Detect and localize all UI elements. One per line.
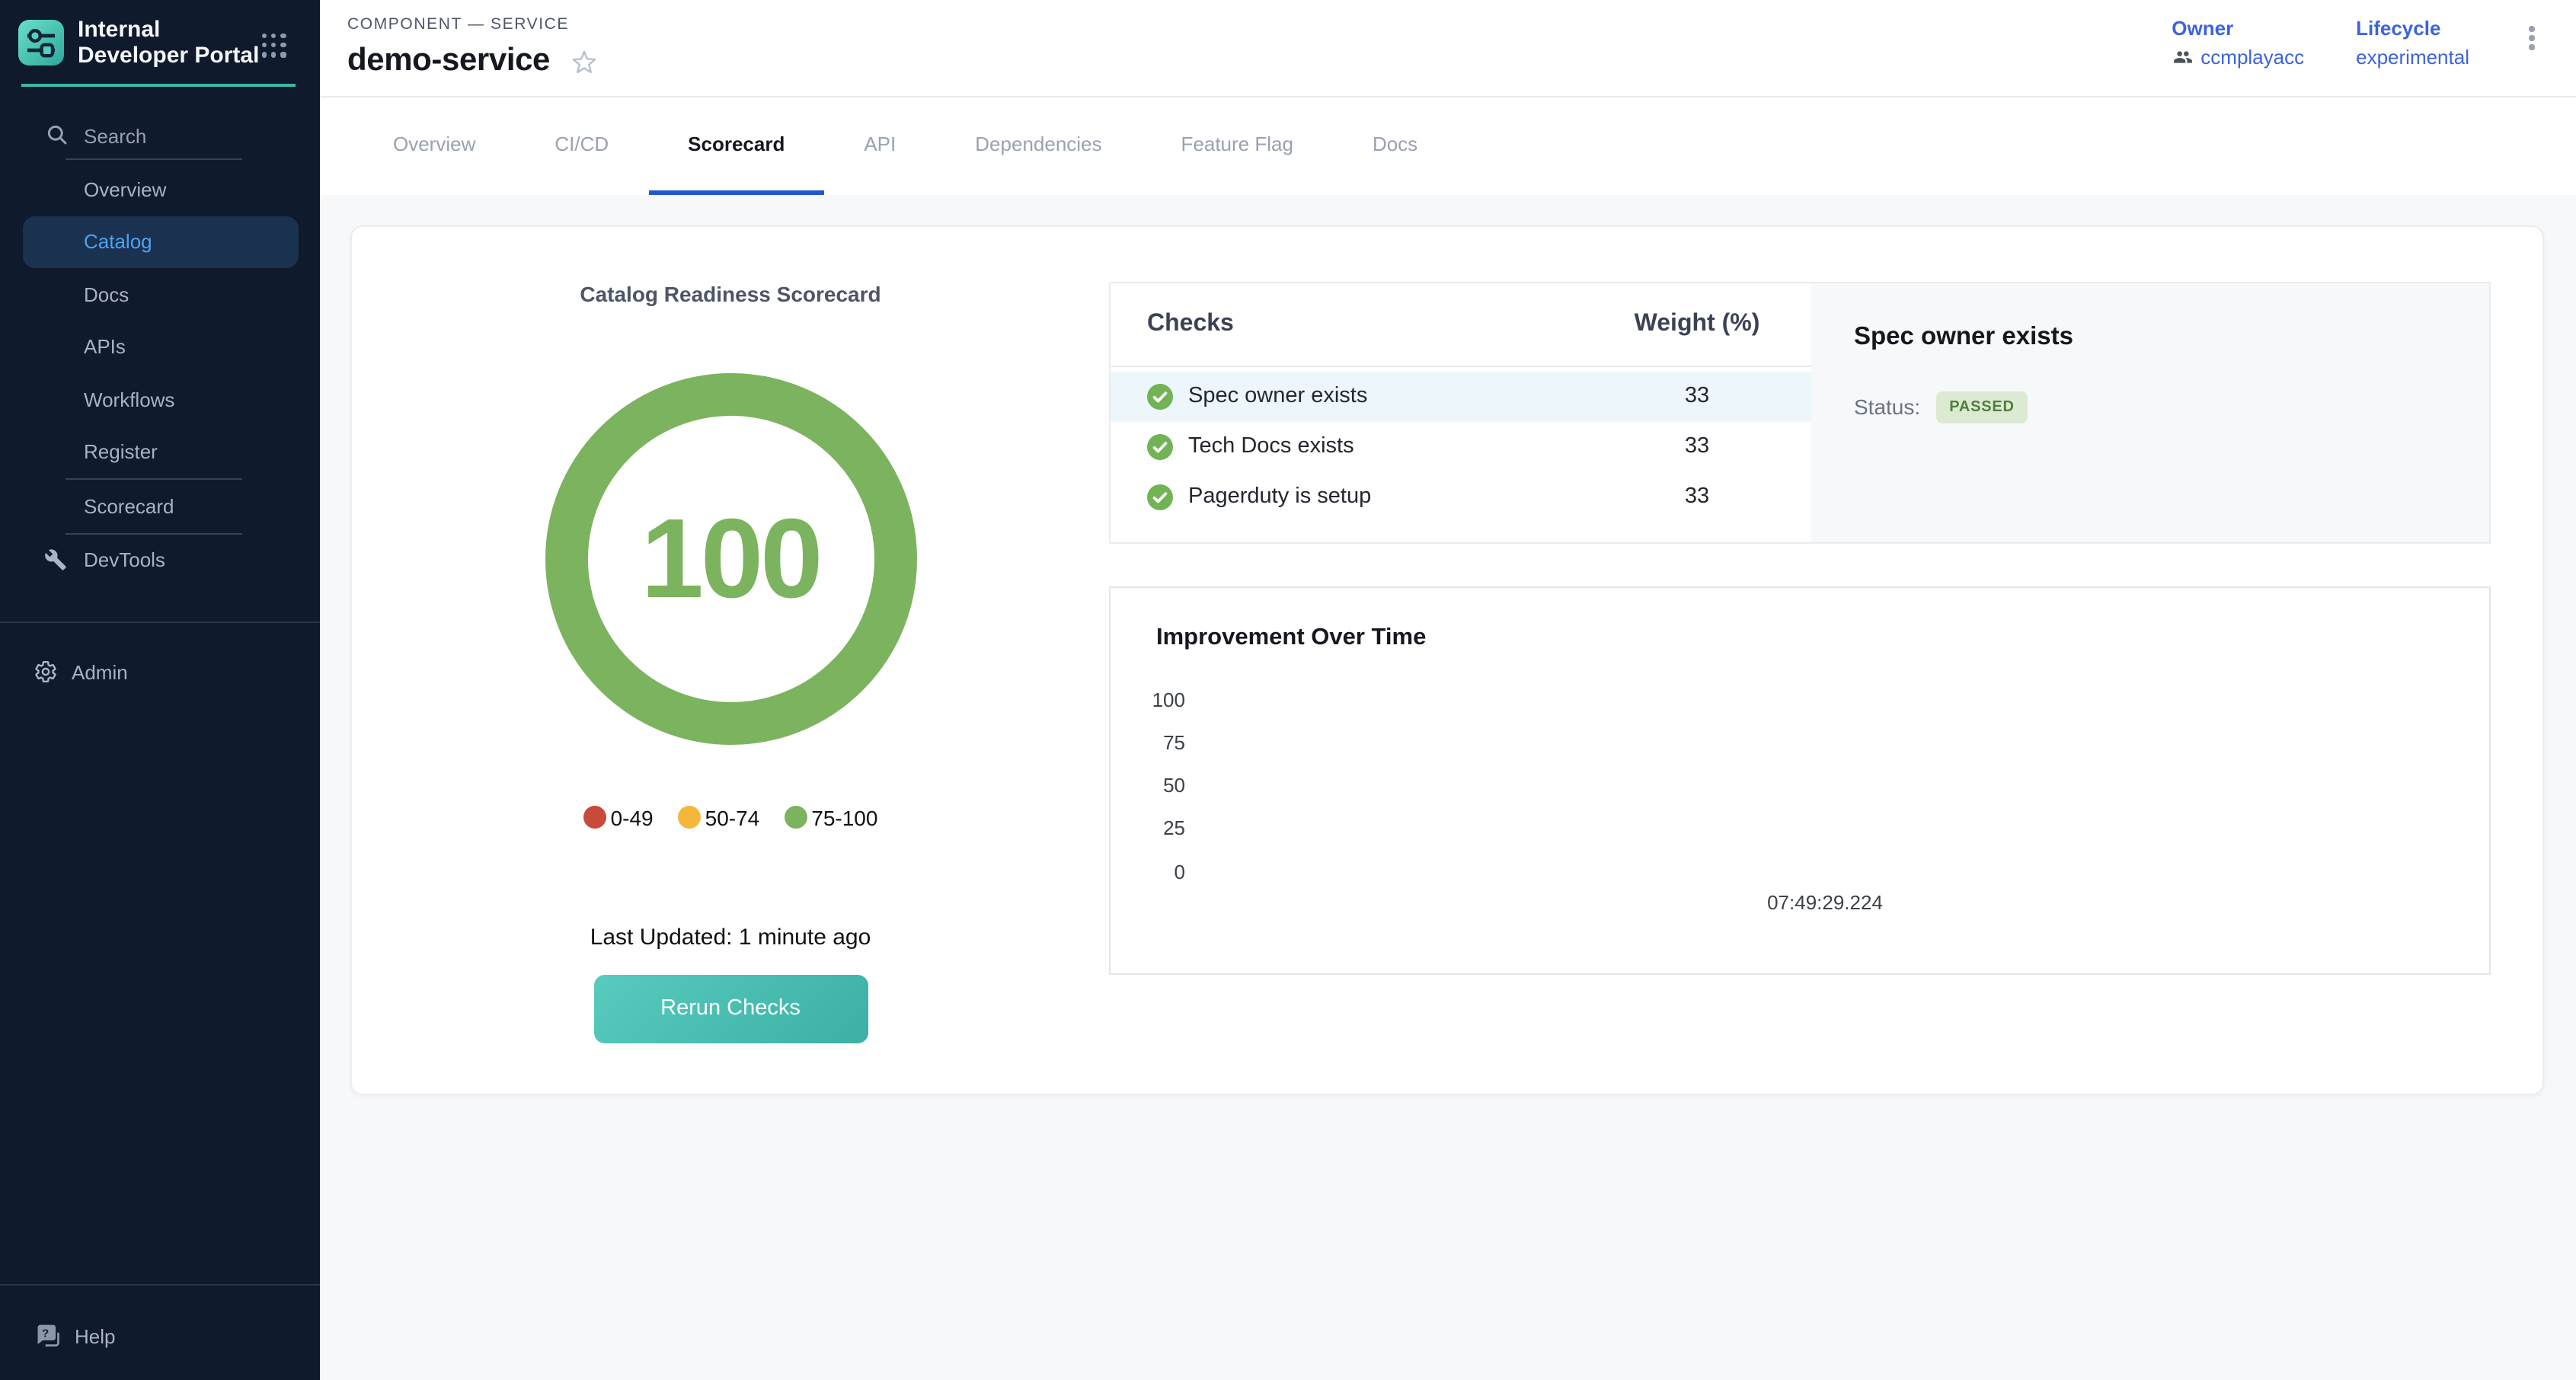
legend-item-mid: 50-74 xyxy=(678,805,760,829)
app-window: Internal Developer Portal Search Overvie… xyxy=(0,0,2576,1380)
status-label: Status: xyxy=(1854,395,1920,419)
sidebar-search[interactable]: Search xyxy=(0,120,320,154)
score-legend: 0-49 50-74 75-100 xyxy=(583,805,878,829)
check-row-pagerduty[interactable]: Pagerduty is setup 33 xyxy=(1111,471,1811,522)
search-icon xyxy=(47,125,67,145)
status-badge: PASSED xyxy=(1935,391,2028,423)
sidebar-item-help[interactable]: ? Help xyxy=(0,1318,320,1354)
brand-divider xyxy=(21,84,296,87)
y-axis-tick: 100 xyxy=(1124,688,1185,711)
score-gauge: 100 xyxy=(545,372,916,744)
brand-title: Internal Developer Portal xyxy=(78,17,264,69)
divider xyxy=(66,158,242,160)
more-options-kebab-icon[interactable] xyxy=(2521,26,2542,50)
tab-cicd[interactable]: CI/CD xyxy=(515,97,648,195)
breadcrumb: COMPONENT — SERVICE xyxy=(347,15,569,34)
legend-item-high: 75-100 xyxy=(784,805,877,829)
sidebar-item-docs[interactable]: Docs xyxy=(22,268,298,321)
check-detail-title: Spec owner exists xyxy=(1854,322,2447,351)
divider xyxy=(0,1284,320,1286)
lifecycle-value[interactable]: experimental xyxy=(2356,46,2469,69)
legend-dot-red xyxy=(583,806,606,829)
sidebar-item-scorecard[interactable]: Scorecard xyxy=(22,480,298,532)
check-row-tech-docs[interactable]: Tech Docs exists 33 xyxy=(1111,421,1811,471)
tab-feature-flag[interactable]: Feature Flag xyxy=(1142,97,1333,195)
admin-label: Admin xyxy=(72,660,128,683)
check-passed-icon xyxy=(1147,484,1173,510)
owner-value-link[interactable]: ccmplayacc xyxy=(2172,46,2304,69)
y-axis-tick: 75 xyxy=(1124,730,1185,753)
check-passed-icon xyxy=(1147,433,1173,459)
gear-icon xyxy=(34,660,58,684)
check-detail-panel: Spec owner exists Status: PASSED xyxy=(1811,283,2489,542)
rerun-checks-button[interactable]: Rerun Checks xyxy=(593,974,868,1043)
divider xyxy=(0,621,320,623)
wrench-icon xyxy=(44,549,67,572)
weight-column-header: Weight (%) xyxy=(1598,310,1796,337)
y-axis-tick: 50 xyxy=(1124,773,1185,796)
chart-title: Improvement Over Time xyxy=(1156,624,1426,651)
gauge-column: Catalog Readiness Scorecard 100 0-49 50-… xyxy=(352,226,1109,1043)
svg-text:?: ? xyxy=(42,1327,49,1340)
y-axis-tick: 25 xyxy=(1124,816,1185,839)
score-value: 100 xyxy=(641,494,820,623)
tab-api[interactable]: API xyxy=(824,97,935,195)
legend-dot-green xyxy=(784,806,807,829)
scorecard-card: Catalog Readiness Scorecard 100 0-49 50-… xyxy=(350,225,2543,1095)
sidebar-item-apis[interactable]: APIs xyxy=(22,321,298,373)
sidebar: Internal Developer Portal Search Overvie… xyxy=(0,0,320,1380)
checks-column-header: Checks xyxy=(1147,310,1598,337)
sidebar-item-catalog[interactable]: Catalog xyxy=(22,216,298,268)
checks-table: Checks Weight (%) Spec owner e xyxy=(1111,283,1811,542)
divider xyxy=(66,532,242,534)
tab-docs[interactable]: Docs xyxy=(1333,97,1457,195)
favorite-star-icon[interactable] xyxy=(570,46,599,75)
sidebar-item-overview[interactable]: Overview xyxy=(22,163,298,216)
search-label: Search xyxy=(84,125,146,148)
last-updated-text: Last Updated: 1 minute ago xyxy=(590,924,871,950)
legend-dot-amber xyxy=(678,806,701,829)
tab-overview[interactable]: Overview xyxy=(353,97,515,195)
help-chat-icon: ? xyxy=(35,1324,61,1348)
people-icon xyxy=(2172,47,2193,67)
page-title: demo-service xyxy=(347,43,550,79)
x-axis-tick: 07:49:29.224 xyxy=(1767,890,1883,913)
portal-logo-icon xyxy=(18,20,64,65)
sidebar-item-workflows[interactable]: Workflows xyxy=(22,373,298,426)
owner-label: Owner xyxy=(2172,17,2304,40)
owner-block: Owner ccmplayacc xyxy=(2172,17,2304,69)
apps-grid-icon[interactable] xyxy=(262,34,286,58)
sidebar-item-devtools[interactable]: DevTools xyxy=(22,534,298,586)
lifecycle-block: Lifecycle experimental xyxy=(2356,17,2469,69)
help-label: Help xyxy=(75,1324,116,1347)
tab-content: Catalog Readiness Scorecard 100 0-49 50-… xyxy=(320,195,2576,1380)
sidebar-nav: Overview Catalog Docs APIs Workflows Reg… xyxy=(0,163,320,586)
scorecard-title: Catalog Readiness Scorecard xyxy=(580,281,881,305)
improvement-chart: Improvement Over Time 100 75 50 25 0 07:… xyxy=(1109,586,2491,975)
checks-section: Checks Weight (%) Spec owner e xyxy=(1109,281,2491,544)
check-row-spec-owner[interactable]: Spec owner exists 33 xyxy=(1111,371,1811,421)
tab-dependencies[interactable]: Dependencies xyxy=(935,97,1141,195)
main-area: COMPONENT — SERVICE demo-service Owner xyxy=(320,0,2576,1380)
entity-header: COMPONENT — SERVICE demo-service Owner xyxy=(320,0,2576,97)
checks-table-header: Checks Weight (%) xyxy=(1111,283,1811,366)
sidebar-item-register[interactable]: Register xyxy=(22,426,298,478)
y-axis-tick: 0 xyxy=(1124,860,1185,883)
tab-scorecard[interactable]: Scorecard xyxy=(648,97,824,195)
entity-tabs: Overview CI/CD Scorecard API Dependencie… xyxy=(320,97,2576,195)
legend-item-low: 0-49 xyxy=(583,805,654,829)
sidebar-item-admin[interactable]: Admin xyxy=(0,653,320,690)
check-passed-icon xyxy=(1147,383,1173,409)
lifecycle-label: Lifecycle xyxy=(2356,17,2469,40)
